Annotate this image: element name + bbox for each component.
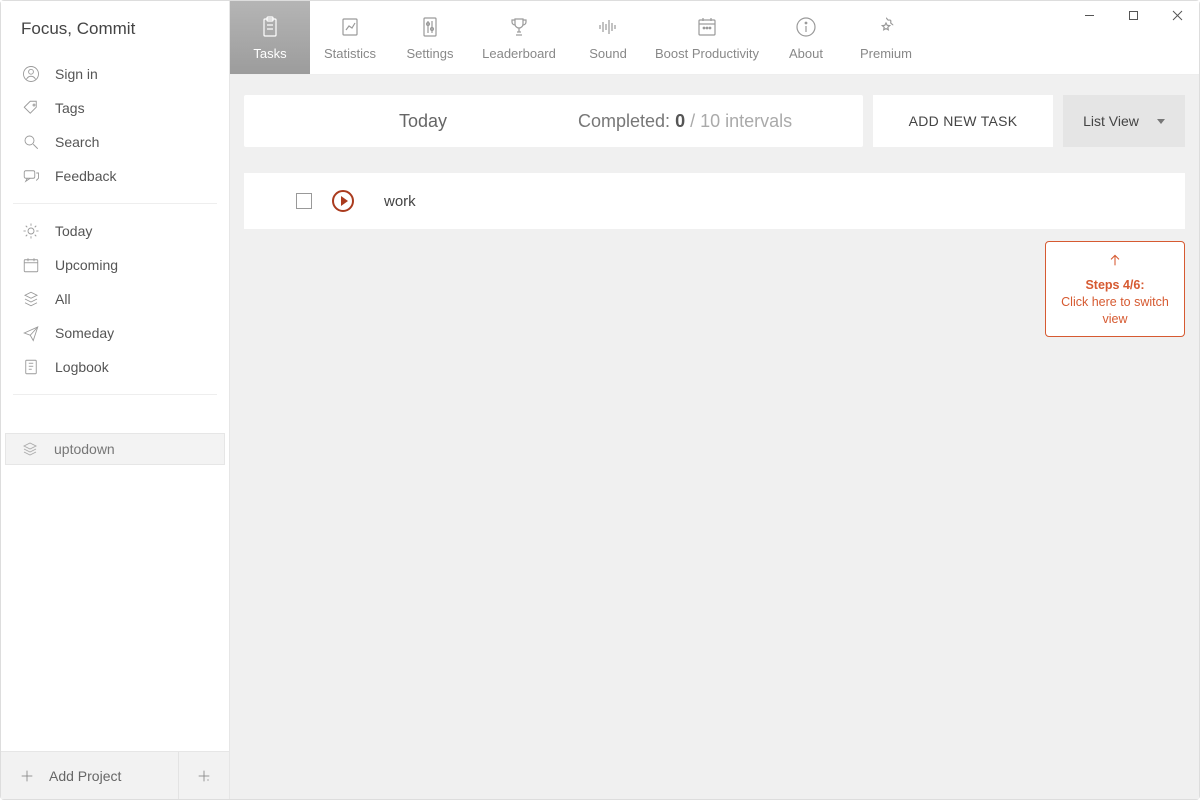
task-title: work [384, 193, 416, 210]
search-icon [21, 132, 41, 152]
project-name: uptodown [54, 441, 115, 457]
tag-icon [21, 98, 41, 118]
tab-label: Sound [589, 46, 627, 61]
info-icon [794, 14, 818, 40]
tab-statistics[interactable]: Statistics [310, 1, 390, 74]
content: Today Completed: 0 / 10 intervals ADD NE… [230, 75, 1199, 799]
tab-settings[interactable]: Settings [390, 1, 470, 74]
add-project-label: Add Project [49, 768, 121, 784]
sidebar-item-label: Logbook [55, 359, 109, 375]
view-mode-label: List View [1083, 113, 1139, 129]
add-project-button[interactable]: Add Project [1, 752, 179, 799]
sidebar-footer: Add Project [1, 751, 229, 799]
clipboard-icon [258, 14, 282, 40]
maximize-button[interactable] [1111, 1, 1155, 29]
view-dropdown[interactable]: List View [1063, 95, 1185, 147]
divider [13, 394, 217, 395]
completed-prefix: Completed: [578, 111, 675, 131]
sidebar-item-search[interactable]: Search [1, 125, 229, 159]
sidebar-item-label: Search [55, 134, 99, 150]
tab-label: Statistics [324, 46, 376, 61]
sidebar-item-tags[interactable]: Tags [1, 91, 229, 125]
sidebar-item-label: Someday [55, 325, 114, 341]
sun-icon [21, 221, 41, 241]
task-play-button[interactable] [332, 190, 354, 212]
feedback-icon [21, 166, 41, 186]
window-controls [1067, 1, 1199, 29]
sliders-icon [418, 14, 442, 40]
sidebar: Focus, Commit Sign in Tags Search Feedba… [1, 1, 230, 799]
add-task-label: ADD NEW TASK [909, 113, 1018, 129]
minimize-button[interactable] [1067, 1, 1111, 29]
summary-row: Today Completed: 0 / 10 intervals ADD NE… [244, 95, 1185, 147]
sidebar-item-signin[interactable]: Sign in [1, 57, 229, 91]
tab-about[interactable]: About [766, 1, 846, 74]
sidebar-item-someday[interactable]: Someday [1, 316, 229, 350]
tab-label: Boost Productivity [655, 46, 759, 61]
divider [13, 203, 217, 204]
trophy-icon [507, 14, 531, 40]
tab-label: Premium [860, 46, 912, 61]
star-badge-icon [874, 14, 898, 40]
sidebar-item-today[interactable]: Today [1, 214, 229, 248]
main-area: Tasks Statistics Settings Leaderboard So… [230, 1, 1199, 799]
tab-tasks[interactable]: Tasks [230, 1, 310, 74]
sidebar-item-label: Sign in [55, 66, 98, 82]
sidebar-item-label: Today [55, 223, 92, 239]
play-icon [341, 196, 348, 206]
sidebar-item-label: Feedback [55, 168, 116, 184]
completed-suffix: / 10 intervals [685, 111, 792, 131]
user-icon [21, 64, 41, 84]
sidebar-item-all[interactable]: All [1, 282, 229, 316]
sidebar-item-logbook[interactable]: Logbook [1, 350, 229, 384]
summary-box: Today Completed: 0 / 10 intervals [244, 95, 863, 147]
sidebar-item-label: Upcoming [55, 257, 118, 273]
topbar: Tasks Statistics Settings Leaderboard So… [230, 1, 1199, 75]
stack-icon [21, 289, 41, 309]
chevron-down-icon [1157, 119, 1165, 124]
completed-label: Completed: 0 / 10 intervals [578, 111, 792, 132]
tab-sound[interactable]: Sound [568, 1, 648, 74]
sidebar-item-label: Tags [55, 100, 85, 116]
tab-premium[interactable]: Premium [846, 1, 926, 74]
calendar-icon [21, 255, 41, 275]
calendar-productivity-icon [695, 14, 719, 40]
chart-icon [338, 14, 362, 40]
sidebar-item-label: All [55, 291, 71, 307]
task-row[interactable]: work [244, 173, 1185, 229]
tab-label: Settings [407, 46, 454, 61]
add-task-button[interactable]: ADD NEW TASK [873, 95, 1053, 147]
task-checkbox[interactable] [296, 193, 312, 209]
tab-boost[interactable]: Boost Productivity [648, 1, 766, 74]
paperplane-icon [21, 323, 41, 343]
close-button[interactable] [1155, 1, 1199, 29]
tooltip-step: Steps 4/6: [1085, 278, 1144, 292]
sound-icon [596, 14, 620, 40]
tab-label: Tasks [253, 46, 286, 61]
sidebar-item-upcoming[interactable]: Upcoming [1, 248, 229, 282]
arrow-up-icon [1050, 252, 1180, 273]
project-item[interactable]: uptodown [5, 433, 225, 465]
sidebar-item-feedback[interactable]: Feedback [1, 159, 229, 193]
layers-icon [20, 439, 40, 459]
tooltip-text: Click here to switch view [1061, 295, 1169, 326]
logbook-icon [21, 357, 41, 377]
today-label: Today [268, 111, 578, 132]
tab-label: Leaderboard [482, 46, 556, 61]
tab-leaderboard[interactable]: Leaderboard [470, 1, 568, 74]
completed-value: 0 [675, 111, 685, 131]
onboarding-tooltip[interactable]: Steps 4/6: Click here to switch view [1045, 241, 1185, 337]
tab-label: About [789, 46, 823, 61]
app-title: Focus, Commit [1, 1, 229, 57]
quick-add-button[interactable] [179, 752, 229, 799]
